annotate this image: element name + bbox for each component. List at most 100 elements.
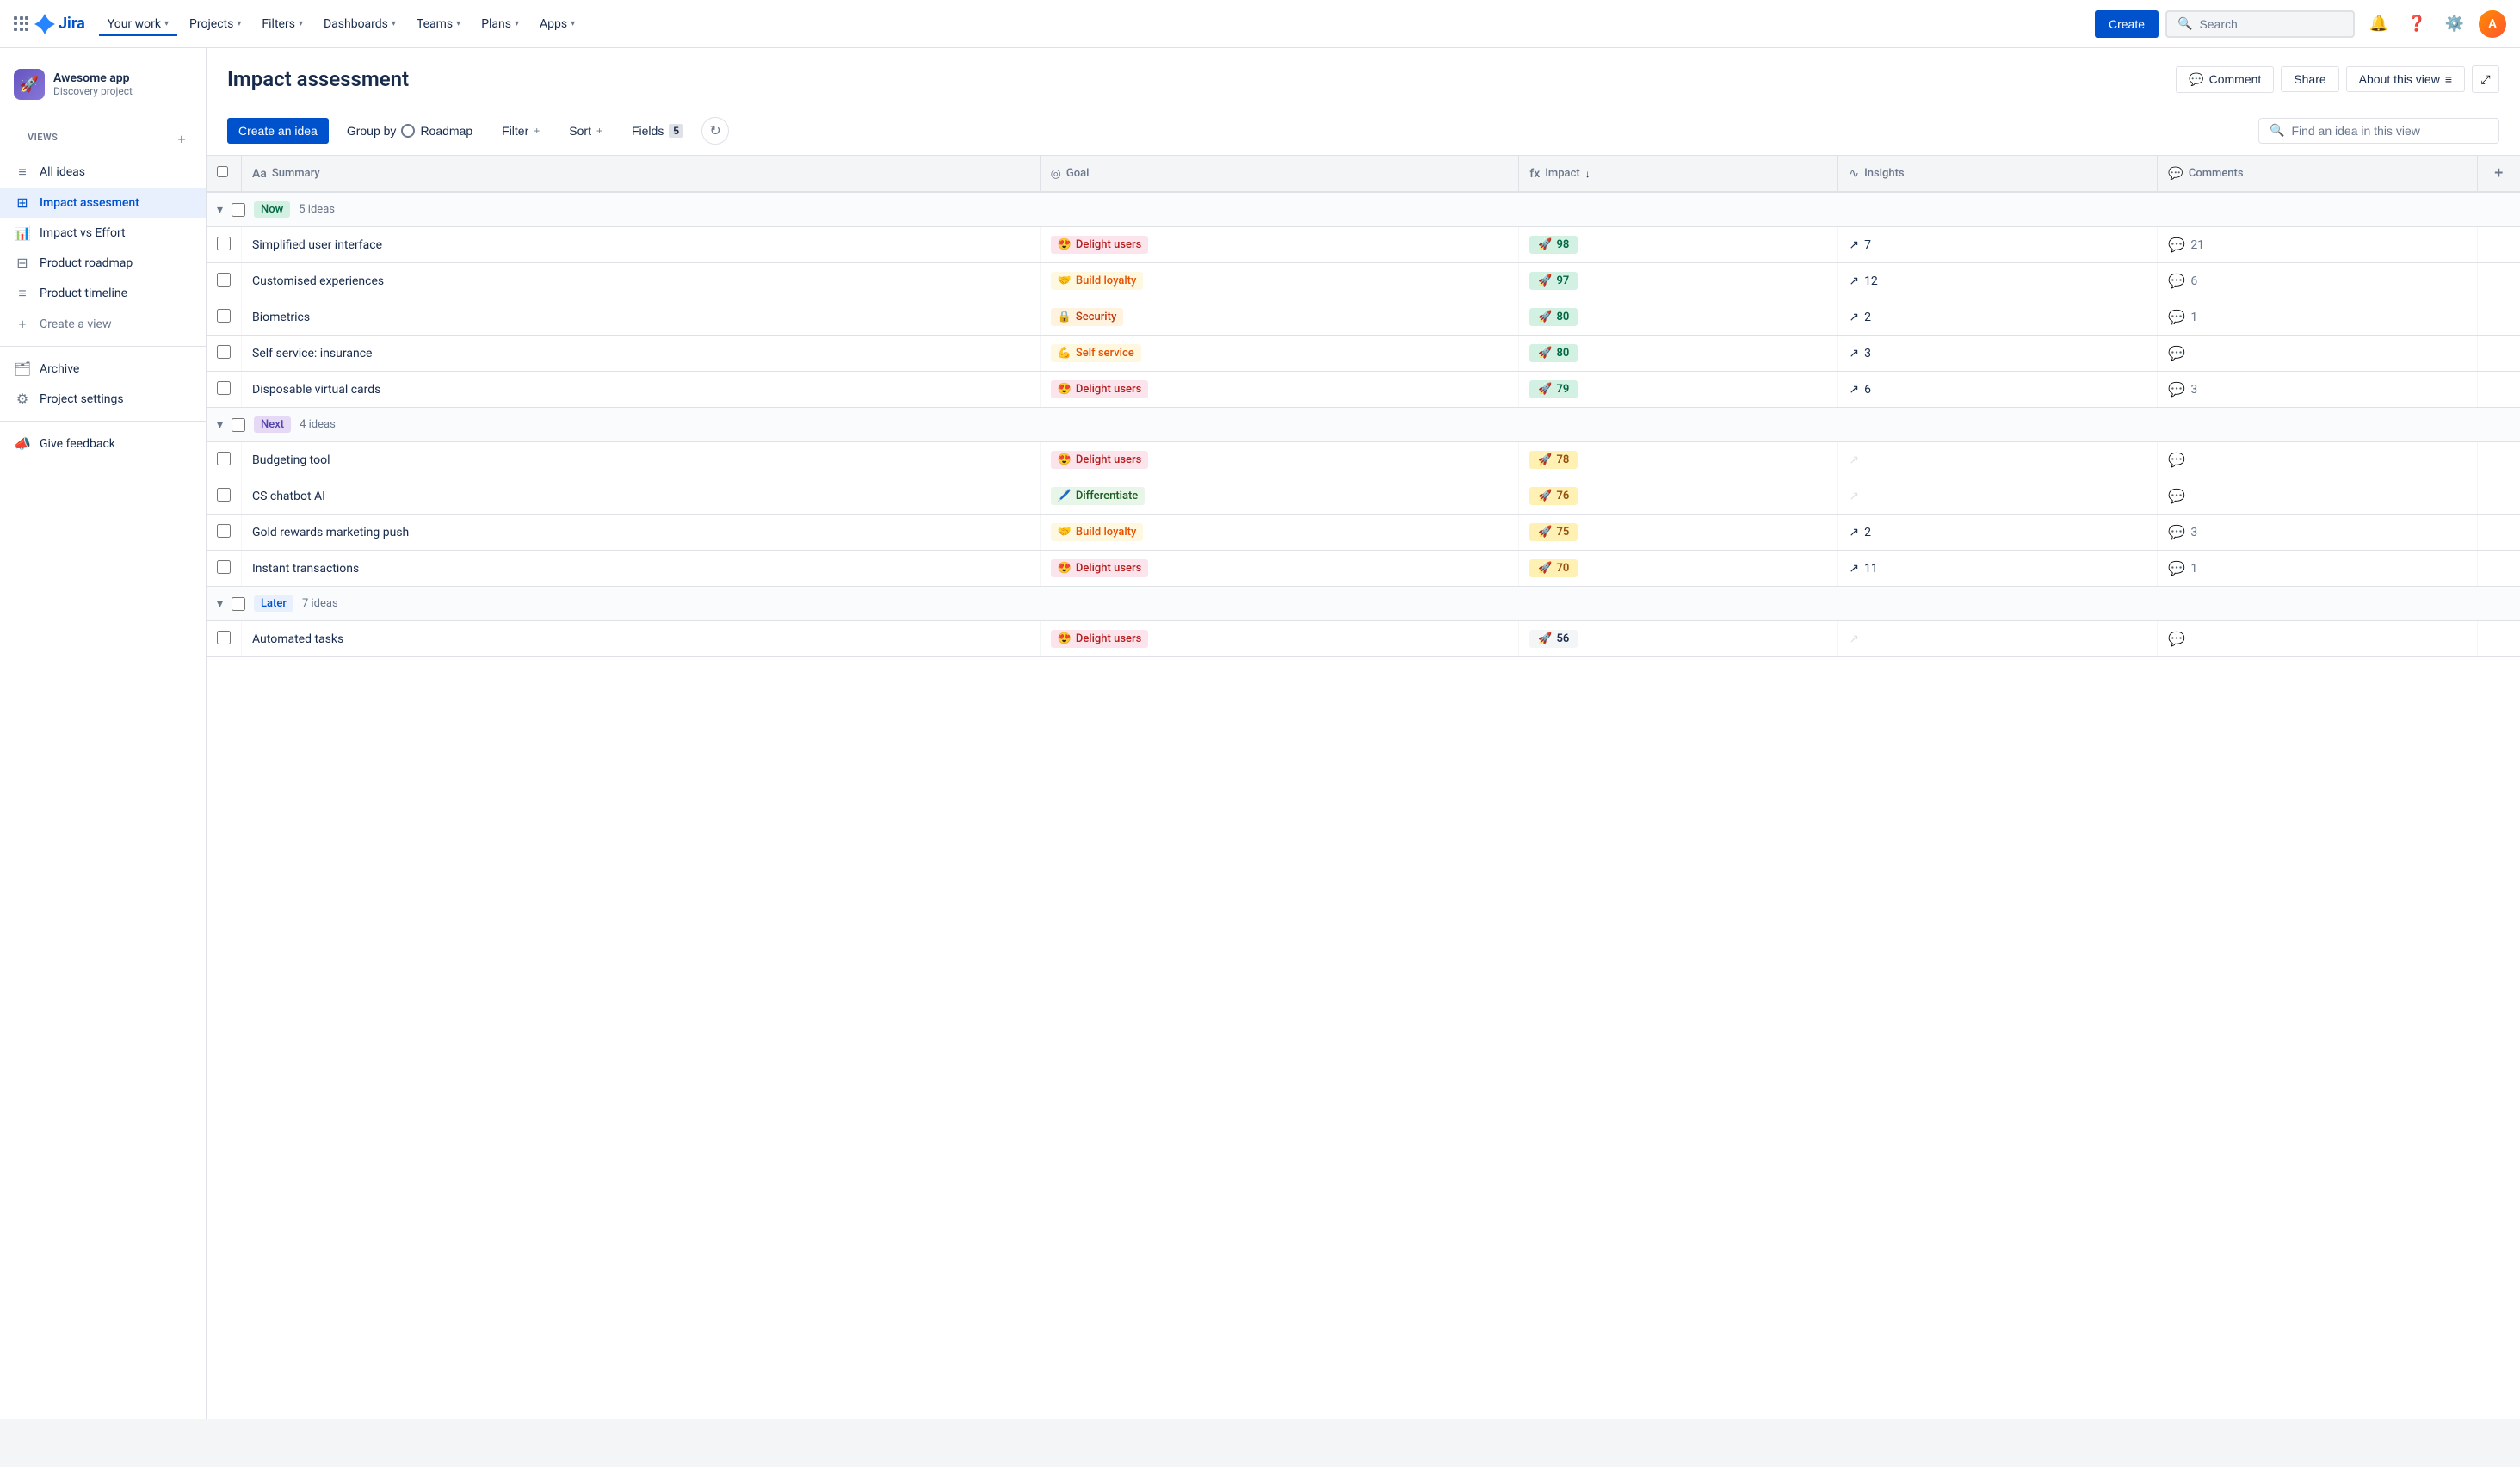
row-checkbox[interactable] [217, 524, 231, 538]
add-column-button[interactable]: + [2488, 164, 2511, 182]
row-checkbox[interactable] [217, 345, 231, 359]
col-header-add[interactable]: + [2477, 156, 2520, 192]
row-summary-text[interactable]: Customised experiences [252, 274, 384, 288]
about-view-button[interactable]: About this view ≡ [2346, 66, 2465, 92]
refresh-button[interactable]: ↻ [701, 117, 729, 145]
row-checkbox[interactable] [217, 381, 231, 395]
project-type: Discovery project [53, 85, 133, 97]
row-comments-cell: 💬21 [2158, 227, 2477, 263]
row-summary-cell: Instant transactions [242, 551, 1041, 587]
impact-badge: 🚀78 [1529, 451, 1578, 469]
row-summary-text[interactable]: Self service: insurance [252, 347, 372, 361]
filter-button[interactable]: Filter + [491, 118, 551, 144]
add-view-button[interactable]: + [171, 129, 192, 150]
chevron-down-icon: ▾ [456, 19, 460, 28]
sidebar-item-archive[interactable]: 🗂 Archive [0, 354, 206, 384]
create-idea-button[interactable]: Create an idea [227, 118, 329, 144]
sidebar-item-product-timeline[interactable]: ≡ Product timeline [0, 278, 206, 309]
sidebar-item-give-feedback[interactable]: 📣 Give feedback [0, 428, 206, 459]
goal-emoji: 💪 [1058, 347, 1072, 360]
goal-tag[interactable]: 🖊️ Differentiate [1051, 487, 1146, 505]
goal-tag[interactable]: 😍 Delight users [1051, 630, 1149, 648]
idea-search-input[interactable] [2291, 124, 2488, 138]
goal-tag[interactable]: 💪 Self service [1051, 344, 1141, 362]
topnav-right: 🔍 🔔 ❓ ⚙️ A [2165, 10, 2506, 38]
goal-tag[interactable]: 🤝 Build loyalty [1051, 523, 1144, 541]
group-by-button[interactable]: Group by Roadmap [336, 118, 484, 144]
table-row: Gold rewards marketing push 🤝 Build loya… [207, 515, 2520, 551]
notifications-button[interactable]: 🔔 [2365, 10, 2393, 38]
row-summary-text[interactable]: Automated tasks [252, 632, 343, 646]
row-summary-text[interactable]: Instant transactions [252, 562, 359, 576]
goal-tag[interactable]: 🔒 Security [1051, 308, 1124, 326]
sidebar-item-impact-vs-effort[interactable]: 📊 Impact vs Effort [0, 218, 206, 248]
settings-button[interactable]: ⚙️ [2441, 10, 2468, 38]
nav-apps[interactable]: Apps ▾ [531, 12, 584, 36]
row-checkbox[interactable] [217, 488, 231, 502]
group-checkbox-now[interactable] [232, 203, 245, 217]
row-checkbox[interactable] [217, 237, 231, 250]
goal-tag[interactable]: 😍 Delight users [1051, 451, 1149, 469]
main-content: Impact assessment 💬 Comment Share About … [207, 48, 2520, 1419]
select-all-checkbox[interactable] [217, 166, 228, 177]
goal-tag[interactable]: 😍 Delight users [1051, 236, 1149, 254]
idea-search[interactable]: 🔍 [2258, 118, 2499, 144]
group-chevron-later[interactable]: ▾ [217, 597, 223, 611]
nav-your-work[interactable]: Your work ▾ [99, 12, 177, 36]
nav-teams[interactable]: Teams ▾ [408, 12, 469, 36]
chevron-down-icon: ▾ [515, 19, 519, 28]
row-checkbox[interactable] [217, 309, 231, 323]
search-input[interactable] [2199, 17, 2343, 31]
sort-button[interactable]: Sort + [558, 118, 614, 144]
comment-button[interactable]: 💬 Comment [2176, 66, 2274, 93]
row-checkbox-cell [207, 263, 242, 299]
group-chevron-now[interactable]: ▾ [217, 203, 223, 217]
row-summary-text[interactable]: Simplified user interface [252, 238, 382, 252]
share-button[interactable]: Share [2281, 66, 2338, 92]
goal-tag[interactable]: 😍 Delight users [1051, 380, 1149, 398]
impact-badge: 🚀76 [1529, 487, 1578, 505]
trend-icon: ↗ [1849, 238, 1859, 252]
header-actions: 💬 Comment Share About this view ≡ ⤢ [2176, 65, 2499, 93]
fields-button[interactable]: Fields 5 [621, 118, 695, 144]
sidebar-item-product-roadmap[interactable]: ⊟ Product roadmap [0, 248, 206, 278]
row-summary-text[interactable]: Budgeting tool [252, 453, 330, 467]
row-summary-text[interactable]: Biometrics [252, 311, 310, 324]
group-checkbox-later[interactable] [232, 597, 245, 611]
expand-button[interactable]: ⤢ [2472, 65, 2499, 93]
nav-dashboards[interactable]: Dashboards ▾ [315, 12, 405, 36]
row-summary-text[interactable]: CS chatbot AI [252, 490, 325, 503]
sidebar-item-project-settings[interactable]: ⚙ Project settings [0, 384, 206, 414]
global-search[interactable]: 🔍 [2165, 10, 2355, 38]
help-button[interactable]: ❓ [2403, 10, 2430, 38]
row-extra-cell [2477, 227, 2520, 263]
group-row-now: ▾ Now 5 ideas [207, 192, 2520, 227]
nav-plans[interactable]: Plans ▾ [472, 12, 528, 36]
create-button[interactable]: Create [2095, 10, 2159, 38]
row-checkbox[interactable] [217, 631, 231, 644]
col-header-impact[interactable]: fx Impact ↓ [1519, 156, 1838, 192]
group-checkbox-next[interactable] [232, 418, 245, 432]
impact-badge: 🚀79 [1529, 380, 1578, 398]
row-checkbox[interactable] [217, 560, 231, 574]
goal-label: Delight users [1076, 383, 1141, 396]
goal-tag[interactable]: 🤝 Build loyalty [1051, 272, 1144, 290]
nav-projects[interactable]: Projects ▾ [181, 12, 250, 36]
row-comments-cell: 💬 [2158, 478, 2477, 515]
goal-emoji: 😍 [1058, 632, 1072, 645]
sidebar-item-create-view[interactable]: + Create a view [0, 309, 206, 339]
nav-filters[interactable]: Filters ▾ [253, 12, 312, 36]
row-summary-text[interactable]: Gold rewards marketing push [252, 526, 409, 539]
user-avatar[interactable]: A [2479, 10, 2506, 38]
table-row: Customised experiences 🤝 Build loyalty 🚀… [207, 263, 2520, 299]
row-checkbox[interactable] [217, 452, 231, 465]
row-checkbox[interactable] [217, 273, 231, 287]
sidebar-item-impact-assessment[interactable]: ⊞ Impact assesment [0, 188, 206, 218]
group-chevron-next[interactable]: ▾ [217, 418, 223, 432]
sidebar-item-all-ideas[interactable]: ≡ All ideas [0, 157, 206, 188]
apps-grid-icon[interactable] [14, 16, 29, 32]
row-summary-text[interactable]: Disposable virtual cards [252, 383, 380, 397]
rocket-icon: 🚀 [1538, 562, 1552, 575]
goal-tag[interactable]: 😍 Delight users [1051, 559, 1149, 577]
jira-logo[interactable]: Jira [34, 14, 85, 34]
